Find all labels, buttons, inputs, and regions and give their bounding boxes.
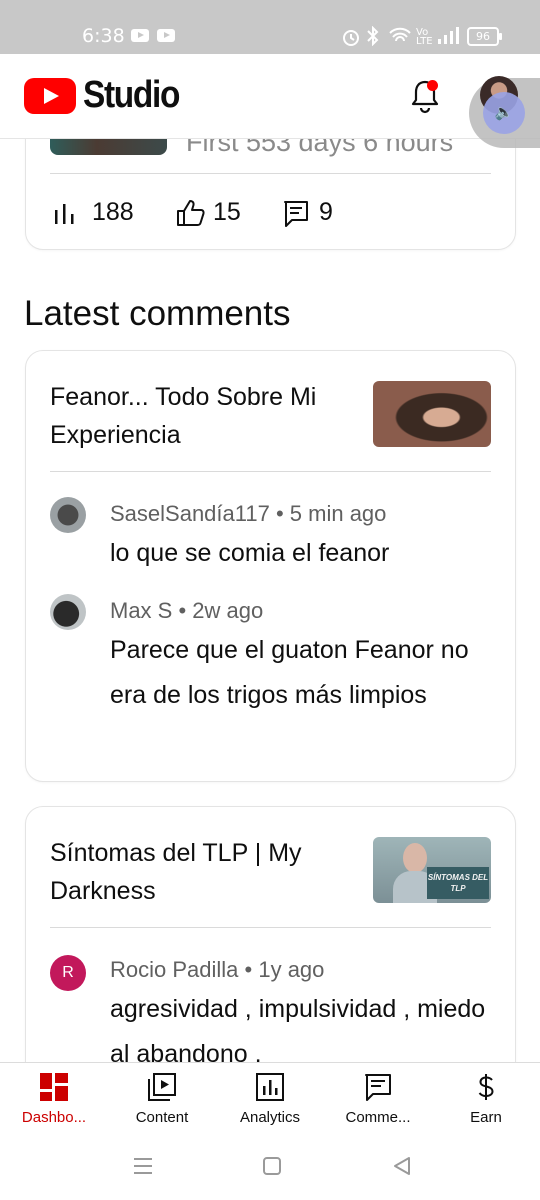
nav-comments[interactable]: Comme... [324, 1063, 432, 1135]
home-icon[interactable] [262, 1156, 282, 1176]
video-title[interactable]: Síntomas del TLP | My Darkness [50, 834, 350, 910]
bluetooth-icon [367, 26, 379, 46]
commenter-avatar[interactable] [50, 497, 86, 533]
latest-comments-heading: Latest comments [24, 294, 291, 333]
thumbnail-face [403, 843, 427, 873]
video-thumbnail[interactable] [373, 381, 491, 447]
nav-label: Comme... [345, 1109, 411, 1126]
system-navigation-bar [0, 1134, 540, 1200]
like-icon [177, 200, 205, 226]
youtube-logo-icon [24, 78, 76, 114]
notification-dot [427, 80, 438, 91]
status-time: 6:38 [82, 25, 125, 47]
youtube-notification-icon [131, 29, 149, 42]
nav-label: Analytics [239, 1109, 301, 1126]
divider [50, 173, 491, 174]
views-count: 188 [92, 198, 134, 226]
wifi-icon [389, 27, 411, 42]
divider [50, 927, 491, 928]
comment-meta: SaselSandía117 • 5 min ago [110, 501, 387, 526]
comment-text[interactable]: Parece que el guaton Feanor no era de lo… [110, 628, 490, 718]
comment-meta: Rocio Padilla • 1y ago [110, 957, 325, 982]
bottom-navigation: Dashbo... Content Analytics Comme... Ear… [0, 1062, 540, 1135]
volume-icon[interactable]: 🔈 [483, 92, 525, 134]
battery-indicator: 96 [467, 27, 502, 46]
thumbnail-label: SÍNTOMAS DEL TLP [427, 867, 489, 899]
comment-author[interactable]: Rocio Padilla [110, 957, 238, 982]
comment-author[interactable]: SaselSandía117 [110, 501, 270, 526]
video-title[interactable]: Feanor... Todo Sobre Mi Experiencia [50, 378, 350, 454]
nav-label: Earn [470, 1109, 502, 1126]
dashboard-icon [40, 1073, 68, 1101]
dollar-icon [478, 1074, 494, 1100]
video-comments-card: Feanor... Todo Sobre Mi Experiencia Sase… [25, 350, 516, 782]
comment-author[interactable]: Max S [110, 598, 172, 623]
likes-count: 15 [213, 198, 241, 226]
comments-count: 9 [319, 198, 333, 226]
back-icon[interactable] [392, 1156, 412, 1176]
nav-label: Content [135, 1109, 189, 1126]
comment-icon [284, 201, 308, 227]
nav-analytics[interactable]: Analytics [216, 1063, 324, 1135]
menu-icon[interactable] [133, 1156, 153, 1176]
youtube-notification-icon [157, 29, 175, 42]
content-icon [148, 1073, 176, 1101]
comment-time: 2w ago [192, 598, 264, 623]
video-thumbnail[interactable]: SÍNTOMAS DEL TLP [373, 837, 491, 903]
comment-time: 5 min ago [289, 501, 387, 526]
nav-earn[interactable]: Earn [432, 1063, 540, 1135]
views-icon [55, 204, 74, 224]
status-bar: 6:38 Vo LTE 96 [0, 0, 540, 54]
signal-icon [438, 27, 459, 44]
nav-dashboard[interactable]: Dashbo... [0, 1063, 108, 1135]
nav-label: Dashbo... [21, 1109, 87, 1126]
comments-icon [365, 1074, 391, 1101]
comment-time: 1y ago [258, 957, 325, 982]
app-title: Studio [83, 74, 180, 116]
divider [50, 471, 491, 472]
comment-meta: Max S • 2w ago [110, 598, 264, 623]
alarm-icon [343, 30, 359, 46]
comment-text[interactable]: lo que se comia el feanor [110, 531, 490, 576]
volte-icon: Vo LTE [416, 27, 433, 47]
analytics-icon [256, 1073, 284, 1101]
nav-content[interactable]: Content [108, 1063, 216, 1135]
commenter-avatar[interactable] [50, 594, 86, 630]
commenter-avatar[interactable]: R [50, 955, 86, 991]
app-bar: Studio [0, 54, 540, 139]
